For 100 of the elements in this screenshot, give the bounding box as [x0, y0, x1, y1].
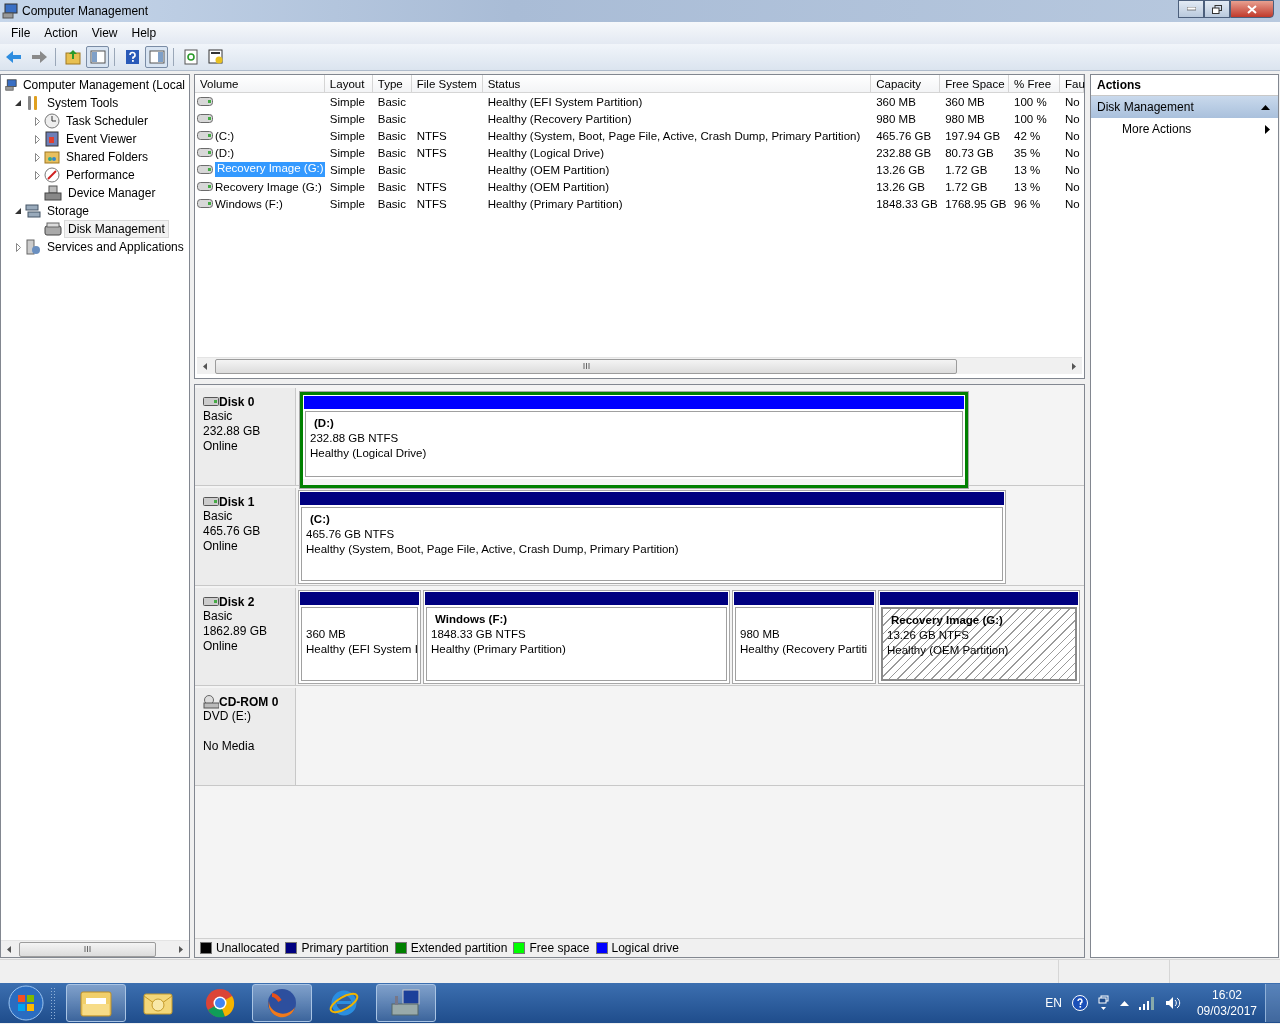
column-header[interactable]: Volume	[195, 75, 325, 93]
column-header[interactable]: Capacity	[871, 75, 941, 93]
disk-info-panel[interactable]: Disk 2 Basic 1862.89 GB Online	[195, 588, 296, 685]
partition-block[interactable]: 980 MB Healthy (Recovery Partiti	[732, 590, 876, 684]
signal-icon[interactable]	[1138, 996, 1155, 1010]
computer-icon	[5, 77, 17, 93]
table-cell: 465.76 GB	[876, 129, 932, 142]
table-cell: 197.94 GB	[945, 129, 1001, 142]
partition-block[interactable]: 360 MB Healthy (EFI System I	[298, 590, 421, 684]
scroll-left-icon[interactable]	[7, 945, 11, 953]
table-cell: No	[1065, 163, 1080, 176]
expanded-arrow-icon[interactable]	[14, 207, 22, 215]
menu-item[interactable]: Action	[37, 24, 85, 42]
disk-drive-icon	[44, 221, 62, 237]
column-header[interactable]: Free Space	[940, 75, 1010, 93]
close-button[interactable]	[1230, 0, 1274, 18]
column-header[interactable]: Layout	[324, 75, 373, 93]
drive-icon	[197, 148, 213, 157]
table-cell: 35 %	[1014, 146, 1041, 159]
column-header[interactable]: Fau	[1060, 75, 1084, 93]
tree-item[interactable]: Shared Folders	[62, 148, 153, 166]
partition-block[interactable]: (C:) 465.76 GB NTFS Healthy (System, Boot, Page File, Active, Crash Dump, Primary Partition)	[298, 490, 1006, 584]
table-cell: Healthy (System, Boot, Page File, Active, Crash Dump, Primary Partition)	[487, 129, 861, 142]
language-indicator[interactable]: EN	[1045, 996, 1062, 1010]
tree-item[interactable]: Computer Management (Local	[18, 76, 189, 94]
tree-item[interactable]: Event Viewer	[62, 130, 141, 148]
tree-item[interactable]: Services and Applications	[43, 238, 188, 256]
collapsed-arrow-icon[interactable]	[34, 116, 40, 126]
disk-type: Basic	[203, 609, 234, 624]
scrollbar-thumb[interactable]	[19, 941, 156, 957]
disk-status: Online	[203, 439, 239, 454]
table-cell: No	[1065, 197, 1080, 210]
tree-item[interactable]: Storage	[43, 202, 94, 220]
disk-name: Disk 0	[219, 394, 255, 409]
partition-block[interactable]: Recovery Image (G:) 13.26 GB NTFS Healthy (OEM Partition)	[878, 590, 1080, 684]
horizontal-scrollbar[interactable]	[197, 357, 1082, 374]
taskbar-app[interactable]	[376, 984, 436, 1022]
legend-label: Extended partition	[410, 941, 508, 955]
table-cell[interactable]: Windows (F:)	[215, 197, 283, 210]
tree-item[interactable]: System Tools	[43, 94, 123, 112]
collapsed-arrow-icon[interactable]	[34, 134, 40, 144]
menu-item[interactable]: View	[84, 24, 125, 42]
tree-item[interactable]: Task Scheduler	[62, 112, 153, 130]
table-cell: No	[1065, 146, 1080, 159]
scroll-right-icon[interactable]	[179, 945, 183, 953]
horizontal-scrollbar[interactable]	[1, 940, 189, 957]
start-orb-icon	[8, 985, 44, 1021]
scroll-right-icon[interactable]	[1072, 362, 1076, 370]
disk-info-panel[interactable]: Disk 0 Basic 232.88 GB Online	[195, 388, 296, 485]
collapsed-arrow-icon[interactable]	[34, 170, 40, 180]
tree-item[interactable]: Disk Management	[64, 220, 169, 238]
disk-name: Disk 1	[219, 494, 255, 509]
column-header[interactable]: Type	[372, 75, 412, 93]
table-cell[interactable]: Recovery Image (G:)	[215, 180, 322, 193]
disk-info-panel[interactable]: Disk 1 Basic 465.76 GB Online	[195, 488, 296, 585]
maximize-button[interactable]	[1204, 0, 1230, 18]
partition-body[interactable]: Windows (F:) 1848.33 GB NTFS Healthy (Primary Partition)	[426, 607, 727, 681]
disk-status: Online	[203, 639, 239, 654]
table-cell[interactable]: (D:)	[215, 146, 235, 159]
column-header[interactable]: Status	[482, 75, 872, 93]
column-header[interactable]: % Free	[1009, 75, 1060, 93]
partition-body[interactable]: 980 MB Healthy (Recovery Partiti	[735, 607, 873, 681]
taskbar-app[interactable]	[252, 984, 312, 1022]
table-cell: 232.88 GB	[876, 146, 932, 159]
tree-item[interactable]: Performance	[62, 166, 139, 184]
table-cell: 13.26 GB	[876, 180, 925, 193]
expanded-arrow-icon[interactable]	[14, 99, 22, 107]
minimize-button[interactable]	[1178, 0, 1204, 18]
partition-body[interactable]: (C:) 465.76 GB NTFS Healthy (System, Boot, Page File, Active, Crash Dump, Primary Partition)	[301, 507, 1003, 581]
partition-size: 465.76 GB NTFS	[306, 527, 396, 542]
show-desktop-button[interactable]	[1265, 984, 1280, 1022]
table-cell: 1848.33 GB	[876, 197, 938, 210]
collapse-arrow-icon[interactable]	[1261, 104, 1270, 110]
cd-drive-icon	[203, 694, 219, 709]
taskbar-app[interactable]	[66, 984, 126, 1022]
menu-item[interactable]: File	[4, 24, 38, 42]
partition-body[interactable]: 360 MB Healthy (EFI System I	[301, 607, 418, 681]
table-cell: 13 %	[1014, 180, 1041, 193]
show-hidden-icons-icon[interactable]	[1119, 1000, 1129, 1006]
volume-icon[interactable]	[1164, 996, 1181, 1010]
partition-block[interactable]: (D:) 232.88 GB NTFS Healthy (Logical Drive)	[303, 395, 965, 479]
partition-block[interactable]: Windows (F:) 1848.33 GB NTFS Healthy (Primary Partition)	[423, 590, 730, 684]
actions-section[interactable]: Disk Management	[1091, 96, 1278, 118]
table-cell[interactable]: (C:)	[215, 129, 235, 142]
collapsed-arrow-icon[interactable]	[34, 152, 40, 162]
windows-icon[interactable]	[1097, 995, 1110, 1011]
column-header[interactable]: File System	[411, 75, 483, 93]
tree-item[interactable]: Device Manager	[64, 184, 160, 202]
partition-body[interactable]: Recovery Image (G:) 13.26 GB NTFS Healthy (OEM Partition)	[881, 607, 1077, 681]
scrollbar-thumb[interactable]	[215, 358, 957, 374]
partition-size: 1848.33 GB NTFS	[431, 627, 527, 642]
help-icon[interactable]	[1071, 995, 1088, 1011]
menu-item[interactable]: Help	[124, 24, 164, 42]
table-cell: Healthy (EFI System Partition)	[487, 95, 643, 108]
clock[interactable]: 16:02 09/03/2017	[1196, 987, 1257, 1019]
collapsed-arrow-icon[interactable]	[15, 242, 21, 252]
partition-body[interactable]: (D:) 232.88 GB NTFS Healthy (Logical Drive)	[305, 411, 963, 477]
disk-info-panel[interactable]: CD-ROM 0 DVD (E:) No Media	[195, 688, 296, 785]
action-link[interactable]: More Actions	[1122, 122, 1192, 136]
scroll-left-icon[interactable]	[203, 362, 207, 370]
